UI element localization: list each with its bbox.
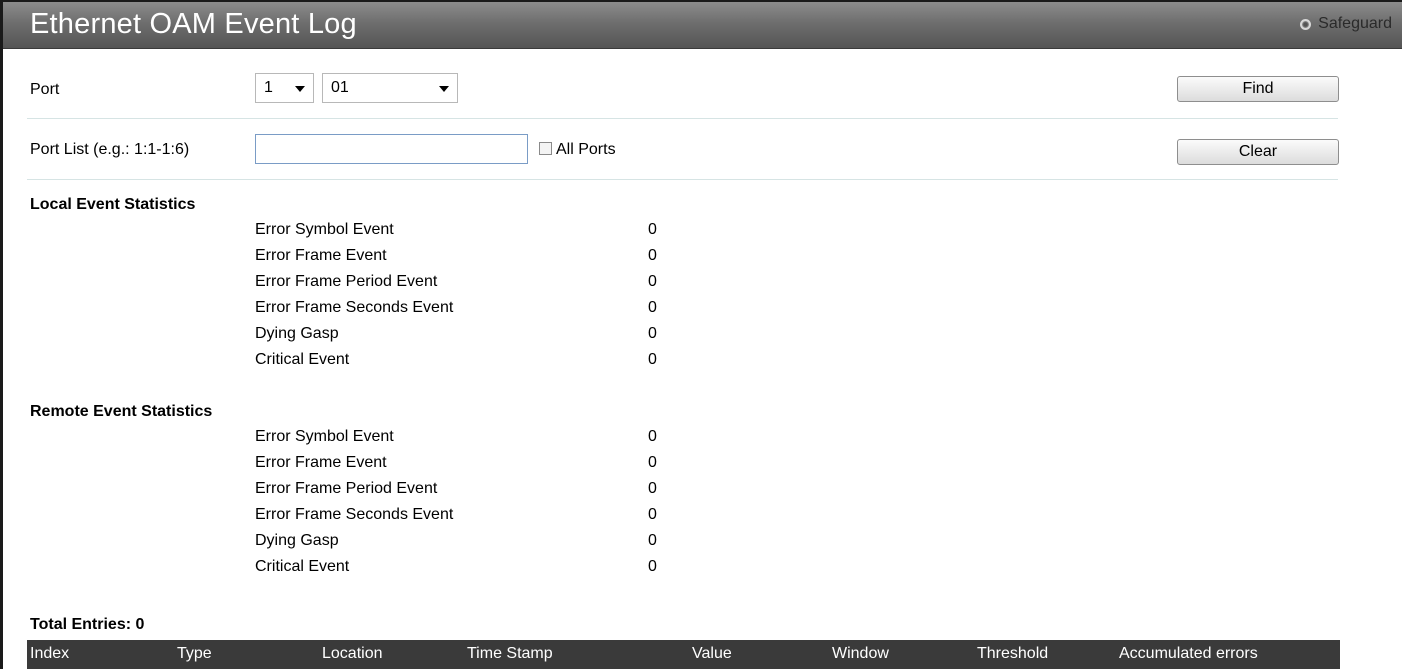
stat-value: 0 xyxy=(648,480,657,497)
column-header-time-stamp: Time Stamp xyxy=(467,645,553,662)
stat-value: 0 xyxy=(648,247,657,264)
column-header-window: Window xyxy=(832,645,889,662)
local-stats-heading: Local Event Statistics xyxy=(30,196,196,213)
chevron-down-icon xyxy=(295,86,305,92)
remote-stats-heading: Remote Event Statistics xyxy=(30,403,213,420)
column-header-threshold: Threshold xyxy=(977,645,1049,662)
column-header-accumulated-errors: Accumulated errors xyxy=(1119,645,1258,662)
find-button[interactable]: Find xyxy=(1177,76,1339,102)
port-list-input[interactable] xyxy=(255,134,528,164)
column-header-location: Location xyxy=(322,645,383,662)
safeguard-label: Safeguard xyxy=(1318,15,1392,32)
stat-label: Error Frame Event xyxy=(255,247,387,264)
stat-value: 0 xyxy=(648,351,657,368)
stat-label: Dying Gasp xyxy=(255,325,339,342)
page-frame: Ethernet OAM Event Log Safeguard Port 1 … xyxy=(0,0,1402,669)
stat-value: 0 xyxy=(648,299,657,316)
stat-value: 0 xyxy=(648,532,657,549)
all-ports-label: All Ports xyxy=(556,141,616,158)
port-label: Port xyxy=(30,81,60,98)
stat-label: Critical Event xyxy=(255,558,350,575)
page-title: Ethernet OAM Event Log xyxy=(30,8,357,40)
chevron-down-icon xyxy=(439,86,449,92)
radio-indicator-icon xyxy=(1300,18,1312,30)
total-entries: Total Entries: 0 xyxy=(30,616,145,633)
port-select[interactable]: 01 xyxy=(322,73,458,103)
stat-label: Error Symbol Event xyxy=(255,221,394,238)
all-ports-checkbox[interactable] xyxy=(539,142,552,155)
stat-value: 0 xyxy=(648,221,657,238)
separator xyxy=(27,179,1338,180)
unit-select-value: 1 xyxy=(264,79,273,96)
stat-value: 0 xyxy=(648,506,657,523)
stat-value: 0 xyxy=(648,558,657,575)
port-select-value: 01 xyxy=(331,79,349,96)
port-list-label: Port List (e.g.: 1:1-1:6) xyxy=(30,141,190,158)
stat-label: Critical Event xyxy=(255,351,350,368)
separator xyxy=(27,118,1338,119)
column-header-type: Type xyxy=(177,645,212,662)
unit-select[interactable]: 1 xyxy=(255,73,314,103)
column-header-index: Index xyxy=(30,645,70,662)
safeguard-indicator[interactable]: Safeguard xyxy=(1300,15,1392,33)
stat-label: Error Frame Seconds Event xyxy=(255,299,454,316)
stat-value: 0 xyxy=(648,325,657,342)
stat-label: Error Frame Period Event xyxy=(255,273,438,290)
column-header-value: Value xyxy=(692,645,732,662)
stat-value: 0 xyxy=(648,273,657,290)
stat-label: Error Frame Seconds Event xyxy=(255,506,454,523)
clear-button[interactable]: Clear xyxy=(1177,139,1339,165)
stat-label: Error Symbol Event xyxy=(255,428,394,445)
stat-label: Error Frame Period Event xyxy=(255,480,438,497)
stat-value: 0 xyxy=(648,454,657,471)
stat-label: Dying Gasp xyxy=(255,532,339,549)
stat-label: Error Frame Event xyxy=(255,454,387,471)
title-bar: Ethernet OAM Event Log Safeguard xyxy=(3,2,1402,49)
event-table-header: Index Type Location Time Stamp Value Win… xyxy=(27,640,1340,669)
stat-value: 0 xyxy=(648,428,657,445)
